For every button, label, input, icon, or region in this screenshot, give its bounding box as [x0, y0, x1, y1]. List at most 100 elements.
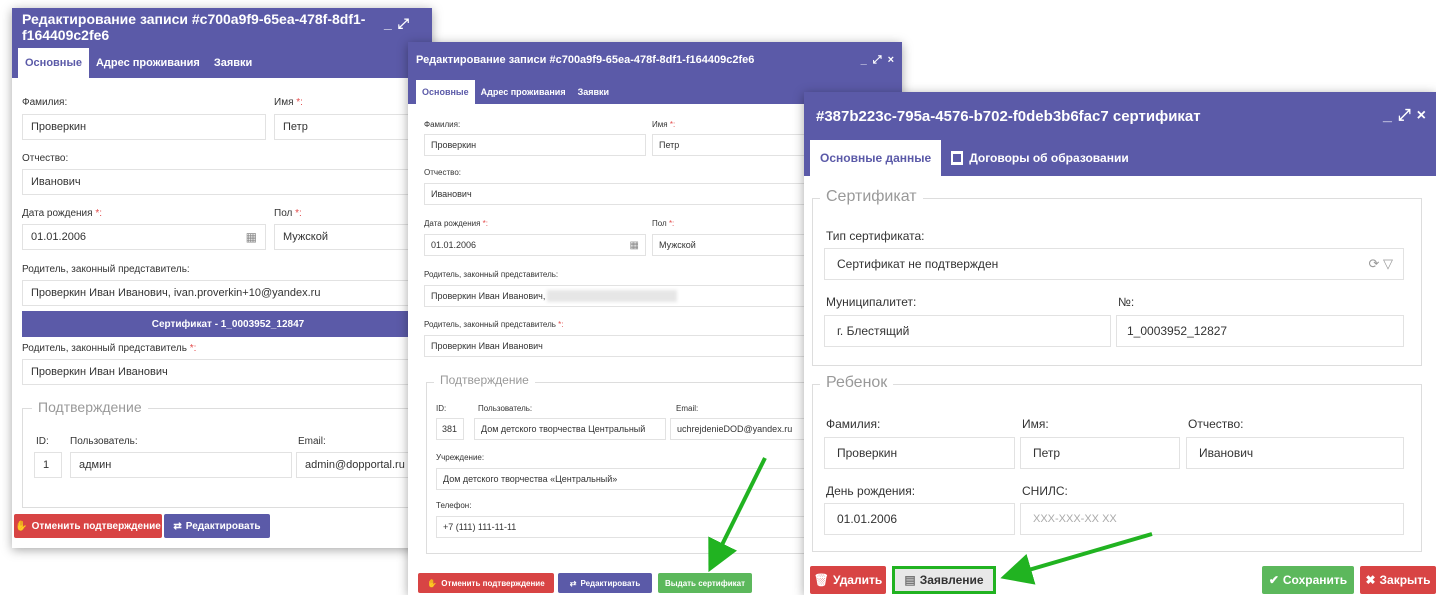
refresh-icon[interactable]: ⟳ [1368, 256, 1379, 271]
child-birthdate-label: День рождения: [826, 484, 916, 498]
tab-contracts[interactable]: Договоры об образовании [941, 140, 1139, 176]
snils-field[interactable]: XXX-XXX-XX XX [1020, 503, 1404, 535]
tab-bar: Основные Адрес проживания Заявки [12, 46, 432, 78]
number-label: №: [1118, 295, 1135, 309]
window-1-controls: _ ⤢ [384, 15, 409, 32]
cancel-confirmation-button[interactable]: ✋ Отменить подтверждение [14, 514, 162, 538]
lastname-field[interactable]: Проверкин [22, 114, 266, 140]
user-label: Пользователь: [478, 404, 533, 413]
parent-label: Родитель, законный представитель: [22, 264, 190, 275]
phone-label: Телефон: [436, 501, 472, 510]
tab-main[interactable]: Основные [416, 80, 475, 104]
pdf-file-icon [951, 151, 964, 165]
window-controls: _ ⤢ × [1383, 107, 1426, 125]
trash-icon: 🗑 [813, 573, 829, 587]
download-file-icon: ▤ [904, 573, 916, 587]
confirmation-legend: Подтверждение [32, 399, 148, 415]
certificate-button[interactable]: Сертификат - 1_0003952_12847 [22, 311, 432, 337]
tab-main-data[interactable]: Основные данные [810, 140, 942, 176]
parent-field[interactable]: Проверкин Иван Иванович, [424, 285, 814, 307]
window-title: #387b223c-795a-4576-b702-f0deb3b6fac7 се… [816, 107, 1201, 125]
edit-button[interactable]: ⇄ Редактировать [558, 573, 652, 593]
window-titlebar[interactable]: #387b223c-795a-4576-b702-f0deb3b6fac7 се… [804, 92, 1436, 140]
phone-field: +7 (111) 111-11-11 [436, 516, 816, 538]
close-icon[interactable]: × [1417, 107, 1426, 125]
tab-address[interactable]: Адрес проживания [89, 48, 207, 78]
id-field: 381 [436, 418, 464, 440]
minimize-icon[interactable]: _ [861, 54, 867, 67]
close-x-icon: ✖ [1365, 573, 1376, 587]
child-legend: Ребенок [820, 374, 894, 392]
edit-button[interactable]: ⇄ Редактировать [164, 514, 270, 538]
edit-icon: ⇄ [173, 520, 182, 532]
id-field: 1 [34, 452, 62, 478]
certificate-type-select[interactable]: Сертификат не подтвержден ⟳ ▽ [824, 248, 1404, 280]
window-title: Редактирование записи #c700a9f9-65ea-478… [22, 11, 366, 43]
email-label: Email: [298, 436, 326, 447]
maximize-icon[interactable]: ⤢ [873, 54, 882, 67]
middlename-field[interactable]: Иванович [22, 169, 432, 195]
minimize-icon[interactable]: _ [384, 15, 392, 32]
confirmation-legend: Подтверждение [434, 373, 535, 387]
cancel-confirmation-button[interactable]: ✋ Отменить подтверждение [418, 573, 554, 593]
id-label: ID: [436, 404, 447, 413]
firstname-label: Имя *: [274, 97, 303, 108]
window-titlebar[interactable]: Редактирование записи #c700a9f9-65ea-478… [12, 8, 432, 46]
maximize-icon[interactable]: ⤢ [398, 15, 409, 32]
tab-applications[interactable]: Заявки [572, 80, 615, 104]
thumbs-down-icon: ✋ [427, 578, 438, 588]
minimize-icon[interactable]: _ [1383, 107, 1392, 125]
child-lastname-label: Фамилия: [826, 417, 881, 431]
save-button[interactable]: ✔ Сохранить [1262, 566, 1354, 594]
parent-label: Родитель, законный представитель: [424, 270, 559, 279]
issue-certificate-button[interactable]: Выдать сертификат [658, 573, 752, 593]
parent2-field[interactable]: Проверкин Иван Иванович [424, 335, 814, 357]
id-label: ID: [36, 436, 49, 447]
parent2-label: Родитель, законный представитель *: [22, 343, 197, 354]
number-field[interactable]: 1_0003952_12827 [1116, 315, 1404, 347]
firstname-field[interactable]: Петр [652, 134, 812, 156]
birthdate-label: Дата рождения *: [424, 219, 489, 228]
child-middlename-field[interactable]: Иванович [1186, 437, 1404, 469]
thumbs-down-icon: ✋ [15, 520, 28, 532]
close-button[interactable]: ✖ Закрыть [1360, 566, 1436, 594]
statement-button[interactable]: ▤ Заявление [892, 566, 996, 594]
tab-address[interactable]: Адрес проживания [475, 80, 572, 104]
tab-applications[interactable]: Заявки [207, 48, 259, 78]
lastname-label: Фамилия: [424, 120, 461, 129]
blurred-email [547, 290, 678, 302]
close-icon[interactable]: × [888, 54, 894, 67]
middlename-field[interactable]: Иванович [424, 183, 814, 205]
window-title: Редактирование записи #c700a9f9-65ea-478… [416, 54, 755, 66]
calendar-icon[interactable]: ▦ [630, 240, 639, 251]
parent2-label: Родитель, законный представитель *: [424, 320, 564, 329]
sex-label: Пол *: [652, 219, 675, 228]
window-titlebar[interactable]: Редактирование записи #c700a9f9-65ea-478… [408, 42, 902, 78]
certificate-type-label: Тип сертификата: [826, 229, 925, 243]
user-field: Дом детского творчества Центральный [474, 418, 666, 440]
parent2-field[interactable]: Проверкин Иван Иванович [22, 359, 432, 385]
firstname-label: Имя *: [652, 120, 676, 129]
birthdate-field[interactable]: 01.01.2006 ▦ [424, 234, 646, 256]
child-lastname-field[interactable]: Проверкин [824, 437, 1015, 469]
municipality-field[interactable]: г. Блестящий [824, 315, 1111, 347]
chevron-down-icon[interactable]: ▽ [1383, 256, 1393, 271]
calendar-icon[interactable]: ▦ [246, 230, 257, 244]
birthdate-field[interactable]: 01.01.2006 ▦ [22, 224, 266, 250]
lastname-field[interactable]: Проверкин [424, 134, 646, 156]
sex-label: Пол *: [274, 208, 302, 219]
user-label: Пользователь: [70, 436, 138, 447]
delete-button[interactable]: 🗑 Удалить [810, 566, 886, 594]
org-field: Дом детского творчества «Центральный» [436, 468, 816, 490]
edit-record-window-1: Редактирование записи #c700a9f9-65ea-478… [12, 8, 432, 548]
child-birthdate-field[interactable]: 01.01.2006 [824, 503, 1015, 535]
tab-main[interactable]: Основные [18, 48, 89, 78]
maximize-icon[interactable]: ⤢ [1398, 107, 1411, 125]
check-icon: ✔ [1268, 573, 1279, 587]
child-firstname-field[interactable]: Петр [1020, 437, 1180, 469]
sex-select[interactable]: Мужской [652, 234, 812, 256]
parent-field[interactable]: Проверкин Иван Иванович, ivan.proverkin+… [22, 280, 432, 306]
email-label: Email: [676, 404, 699, 413]
email-field: uchrejdenieDOD@yandex.ru [670, 418, 816, 440]
certificate-window: #387b223c-795a-4576-b702-f0deb3b6fac7 се… [804, 92, 1436, 595]
